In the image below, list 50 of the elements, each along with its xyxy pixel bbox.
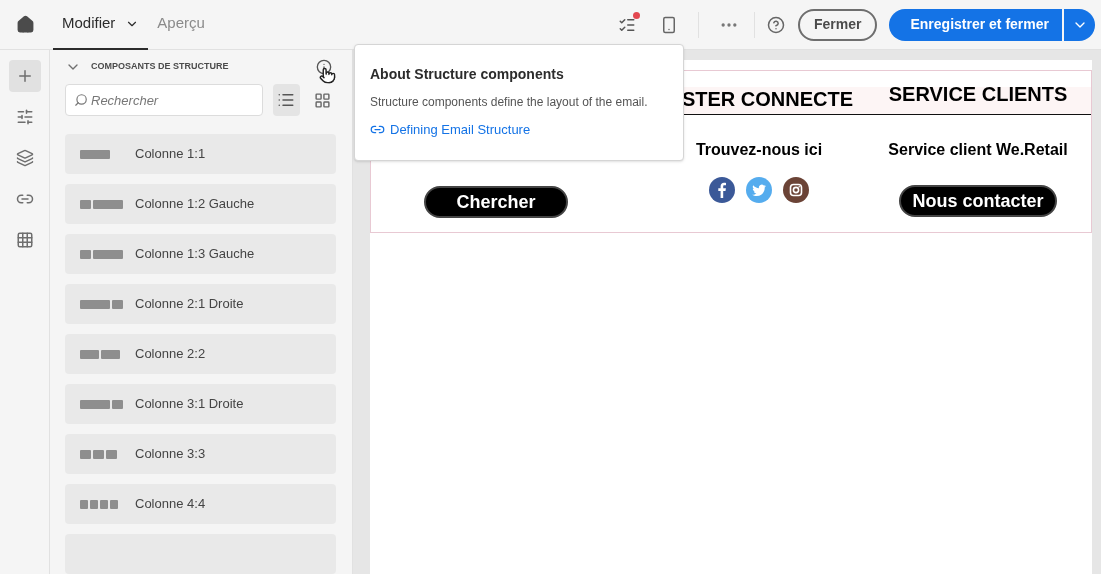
component-label: Colonne 4:4	[135, 495, 206, 514]
grid-icon	[15, 231, 34, 249]
sliders-icon	[15, 108, 34, 126]
section-title: COMPOSANTS DE STRUCTURE	[91, 60, 230, 74]
search-field[interactable]: Rechercher	[65, 84, 263, 116]
structure-component[interactable]: Colonne 3:1 Droite	[65, 384, 336, 424]
columns-icon	[80, 249, 126, 259]
help-icon[interactable]	[767, 15, 785, 34]
list-view-button[interactable]	[273, 84, 300, 116]
info-icon[interactable]	[316, 59, 332, 75]
component-label: Colonne 3:1 Droite	[135, 395, 244, 414]
close-button[interactable]: Fermer	[798, 8, 878, 41]
structure-component[interactable]: Colonne 1:2 Gauche	[65, 184, 336, 224]
structure-component[interactable]: Colonne 1:3 Gauche	[65, 234, 336, 274]
camera-icon[interactable]	[783, 177, 809, 203]
columns-icon	[80, 199, 126, 209]
email-button[interactable]: Chercher	[424, 186, 568, 218]
grid-icon	[314, 91, 332, 109]
structure-component[interactable]: Colonne 1:1	[65, 134, 336, 174]
columns-icon	[80, 299, 126, 309]
tooltip-text: Structure components define the layout of the email.	[370, 94, 649, 111]
columns-icon	[80, 399, 126, 409]
component-label: Colonne 2:1 Droite	[135, 295, 244, 314]
home-icon	[15, 15, 35, 34]
component-label: Colonne 3:3	[135, 445, 206, 464]
list-icon	[277, 91, 296, 109]
email-heading: STER CONNECTE	[681, 87, 853, 112]
structure-component[interactable]: Colonne 3:3	[65, 434, 336, 474]
structure-component[interactable]: Colonne 4:4	[65, 484, 336, 524]
structure-component[interactable]: Colonne 2:1 Droite	[65, 284, 336, 324]
save-button[interactable]: Enregistrer et fermer	[889, 8, 1062, 41]
email-button[interactable]: Nous contacter	[899, 185, 1057, 217]
layers-icon	[15, 149, 34, 167]
email-text: Service client We.Retail	[888, 140, 1068, 160]
facebook-icon[interactable]	[709, 177, 735, 203]
save-options-button[interactable]	[1064, 8, 1095, 41]
component-label: Colonne 1:1	[135, 145, 206, 164]
rail-button[interactable]	[8, 60, 41, 92]
component-label: Colonne 1:2 Gauche	[135, 195, 255, 214]
tab[interactable]: Modifier	[53, 0, 149, 50]
structure-component[interactable]: Colonne 2:2	[65, 334, 336, 374]
search-icon	[74, 93, 88, 107]
email-text: Trouvez-nous ici	[695, 140, 823, 160]
component-label: Colonne 1:3 Gauche	[135, 245, 255, 264]
component-label: Colonne 2:2	[135, 345, 206, 364]
email-heading: SERVICE CLIENTS	[888, 82, 1068, 107]
bird-icon[interactable]	[746, 177, 772, 203]
hand-cursor-icon	[319, 67, 336, 84]
mobile-icon[interactable]	[660, 15, 678, 34]
help-link[interactable]: Defining Email Structure	[370, 120, 668, 140]
